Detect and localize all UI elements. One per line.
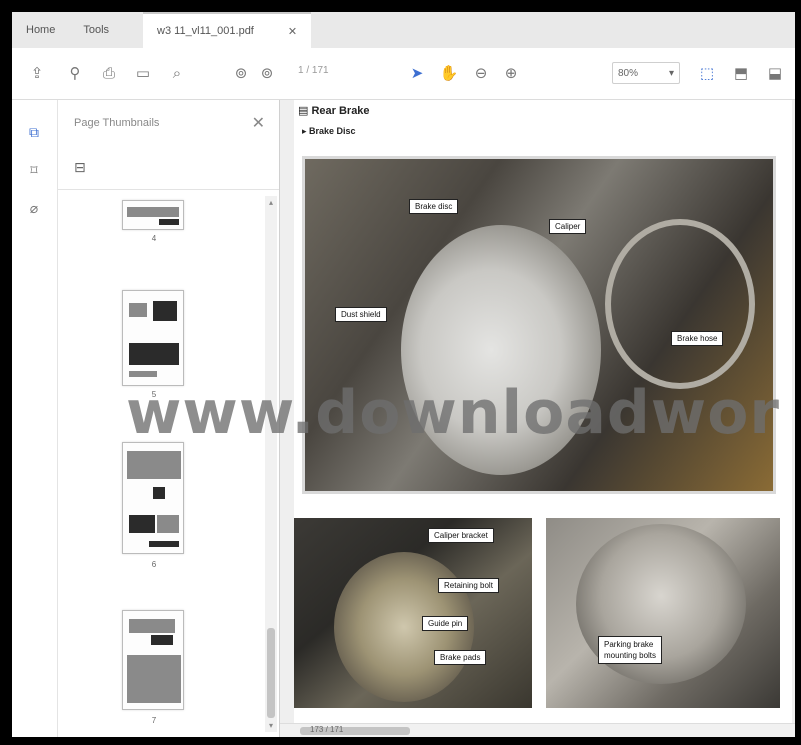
screenshot-frame xyxy=(0,0,801,745)
